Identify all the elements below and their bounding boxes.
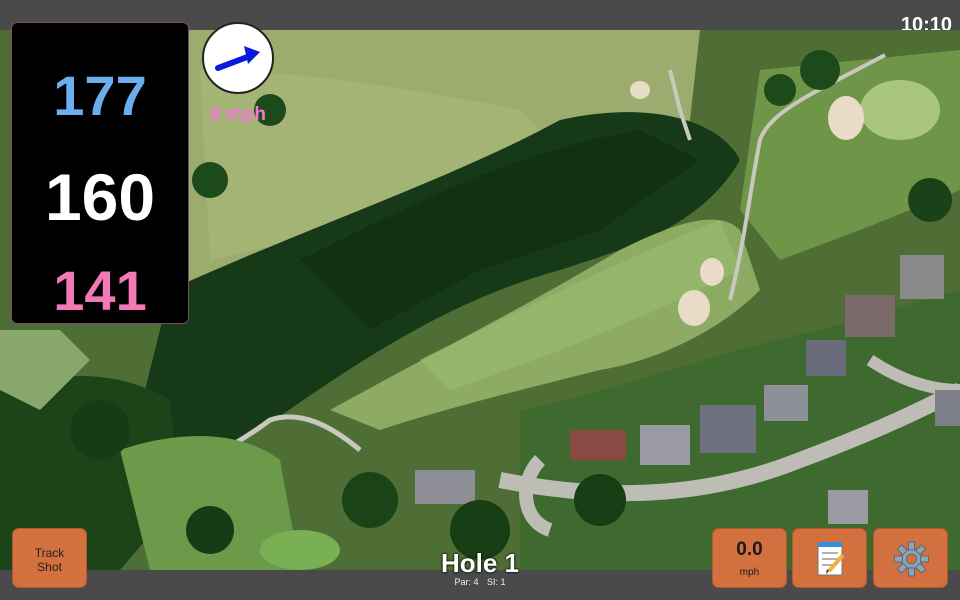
speed-button[interactable]: 0.0 mph (712, 528, 787, 588)
distance-panel: 177 160 141 (11, 22, 189, 324)
gear-icon (894, 541, 929, 577)
settings-button[interactable] (873, 528, 948, 588)
track-shot-label-line2: Shot (37, 560, 62, 574)
arrow-icon (215, 46, 260, 71)
wind-direction-indicator (202, 22, 274, 94)
back-distance: 177 (53, 64, 147, 127)
hole-title: Hole 1 (440, 548, 520, 578)
speed-unit: mph (739, 567, 760, 578)
wind-speed-label: 8 mph (210, 104, 266, 125)
notepad-icon (817, 542, 845, 576)
hole-stroke-index: SI: 1 (487, 577, 506, 587)
track-shot-button[interactable]: Track Shot (12, 528, 87, 588)
hole-info: Par: 4 SI: 1 (380, 577, 580, 587)
hole-par: Par: 4 (454, 577, 479, 587)
middle-distance: 160 (44, 160, 156, 234)
notes-button[interactable] (792, 528, 867, 588)
speed-value: 0.0 (736, 539, 763, 560)
front-distance: 141 (53, 259, 147, 322)
track-shot-label-line1: Track (34, 546, 65, 560)
